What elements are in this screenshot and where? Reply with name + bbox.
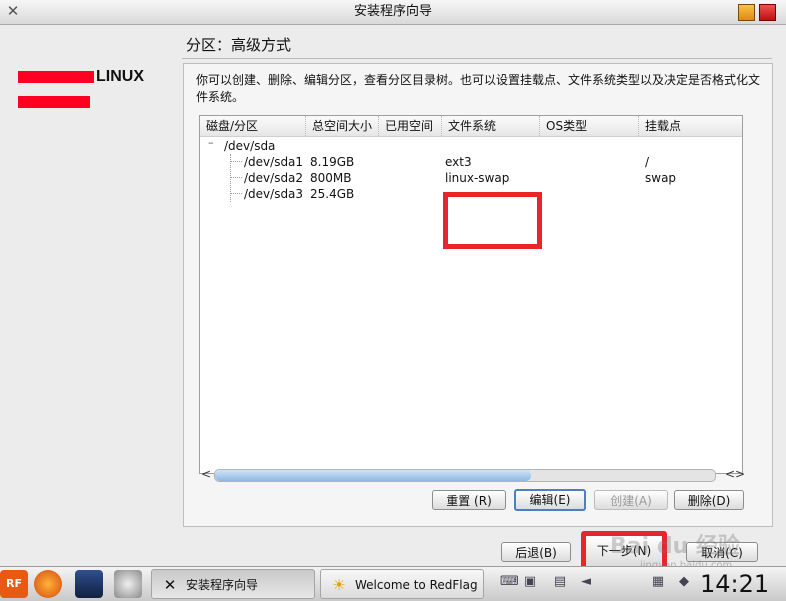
- column-header-size[interactable]: 总空间大小: [306, 116, 379, 136]
- watermark: Bai du 经验: [610, 534, 740, 559]
- partition-name: /dev/sda1: [244, 155, 304, 169]
- status-icon[interactable]: ◆: [676, 574, 692, 590]
- keyboard-icon[interactable]: ⌨: [500, 574, 519, 590]
- firefox-icon[interactable]: [34, 570, 62, 598]
- table-row[interactable]: /dev/sda2 800MB linux-swap swap: [200, 170, 742, 186]
- partition-fs: linux-swap: [445, 171, 510, 185]
- column-header-ostype[interactable]: OS类型: [540, 116, 639, 136]
- title-divider: [182, 58, 772, 59]
- brand-redacted-bar: [18, 71, 94, 83]
- clock[interactable]: 14:21: [700, 567, 769, 601]
- volume-icon[interactable]: ◄: [578, 574, 594, 590]
- partition-name: /dev/sda3: [244, 187, 304, 201]
- close-button[interactable]: [759, 4, 776, 21]
- sun-icon: ☀: [332, 576, 346, 594]
- window-titlebar: ✕ 安装程序向导: [0, 0, 786, 25]
- brand-text: LINUX: [96, 68, 144, 85]
- clipboard-icon[interactable]: ▤: [552, 574, 568, 590]
- description-text: 你可以创建、删除、编辑分区，查看分区目录树。也可以设置挂载点、文件系统类型以及决…: [196, 73, 761, 104]
- partition-panel: 你可以创建、删除、编辑分区，查看分区目录树。也可以设置挂载点、文件系统类型以及决…: [183, 63, 773, 527]
- partition-size: 25.4GB: [310, 187, 355, 201]
- scroll-right-icon[interactable]: <>: [725, 466, 745, 483]
- table-header: 磁盘/分区 总空间大小 已用空间 文件系统 OS类型 挂载点: [200, 116, 742, 137]
- installer-icon: ✕: [163, 576, 177, 594]
- partition-name: /dev/sda2: [244, 171, 304, 185]
- partition-size: 800MB: [310, 171, 352, 185]
- filesystem-highlight-box: [443, 192, 542, 249]
- table-row[interactable]: /dev/sda1 8.19GB ext3 /: [200, 154, 742, 170]
- display-icon[interactable]: ▦: [650, 574, 666, 590]
- create-button[interactable]: 创建(A): [594, 490, 668, 510]
- brand-logo: LINUX: [18, 68, 168, 108]
- page-title: 分区：高级方式: [186, 36, 292, 54]
- column-header-mount[interactable]: 挂载点: [639, 116, 742, 136]
- column-header-used[interactable]: 已用空间: [379, 116, 442, 136]
- partition-tree[interactable]: 磁盘/分区 总空间大小 已用空间 文件系统 OS类型 挂载点 – /dev/sd…: [199, 115, 743, 474]
- terminal-icon[interactable]: [75, 570, 103, 598]
- partition-fs: ext3: [445, 155, 472, 169]
- settings-tools-icon[interactable]: [114, 570, 142, 598]
- edit-button[interactable]: 编辑(E): [514, 489, 586, 511]
- scroll-left-icon[interactable]: <: [201, 466, 211, 483]
- scrollbar-thumb[interactable]: [215, 470, 531, 481]
- column-header-partition[interactable]: 磁盘/分区: [200, 116, 306, 136]
- horizontal-scrollbar[interactable]: < <>: [200, 466, 745, 483]
- reset-button[interactable]: 重置 (R): [432, 490, 506, 510]
- delete-button[interactable]: 删除(D): [674, 490, 744, 510]
- network-icon[interactable]: ▣: [522, 574, 538, 590]
- scrollbar-track[interactable]: [214, 469, 716, 482]
- redflag-menu-icon[interactable]: RF: [0, 570, 28, 598]
- minimize-button[interactable]: [738, 4, 755, 21]
- partition-mount: swap: [645, 171, 677, 185]
- task-label: Welcome to RedFlag: [355, 578, 478, 592]
- task-welcome[interactable]: ☀ Welcome to RedFlag: [320, 569, 484, 599]
- partition-mount: /: [645, 155, 650, 169]
- task-installer[interactable]: ✕ 安装程序向导: [151, 569, 315, 599]
- task-label: 安装程序向导: [186, 578, 259, 592]
- back-button[interactable]: 后退(B): [501, 542, 571, 562]
- column-header-filesystem[interactable]: 文件系统: [442, 116, 540, 136]
- disk-name: /dev/sda: [224, 139, 276, 153]
- collapse-icon[interactable]: –: [208, 136, 214, 149]
- window-title: 安装程序向导: [353, 4, 432, 19]
- taskbar: RF ✕ 安装程序向导 ☀ Welcome to RedFlag ⌨ ▣ ▤ ◄…: [0, 566, 786, 601]
- brand-redacted-bar-2: [18, 96, 90, 108]
- partition-size: 8.19GB: [310, 155, 355, 169]
